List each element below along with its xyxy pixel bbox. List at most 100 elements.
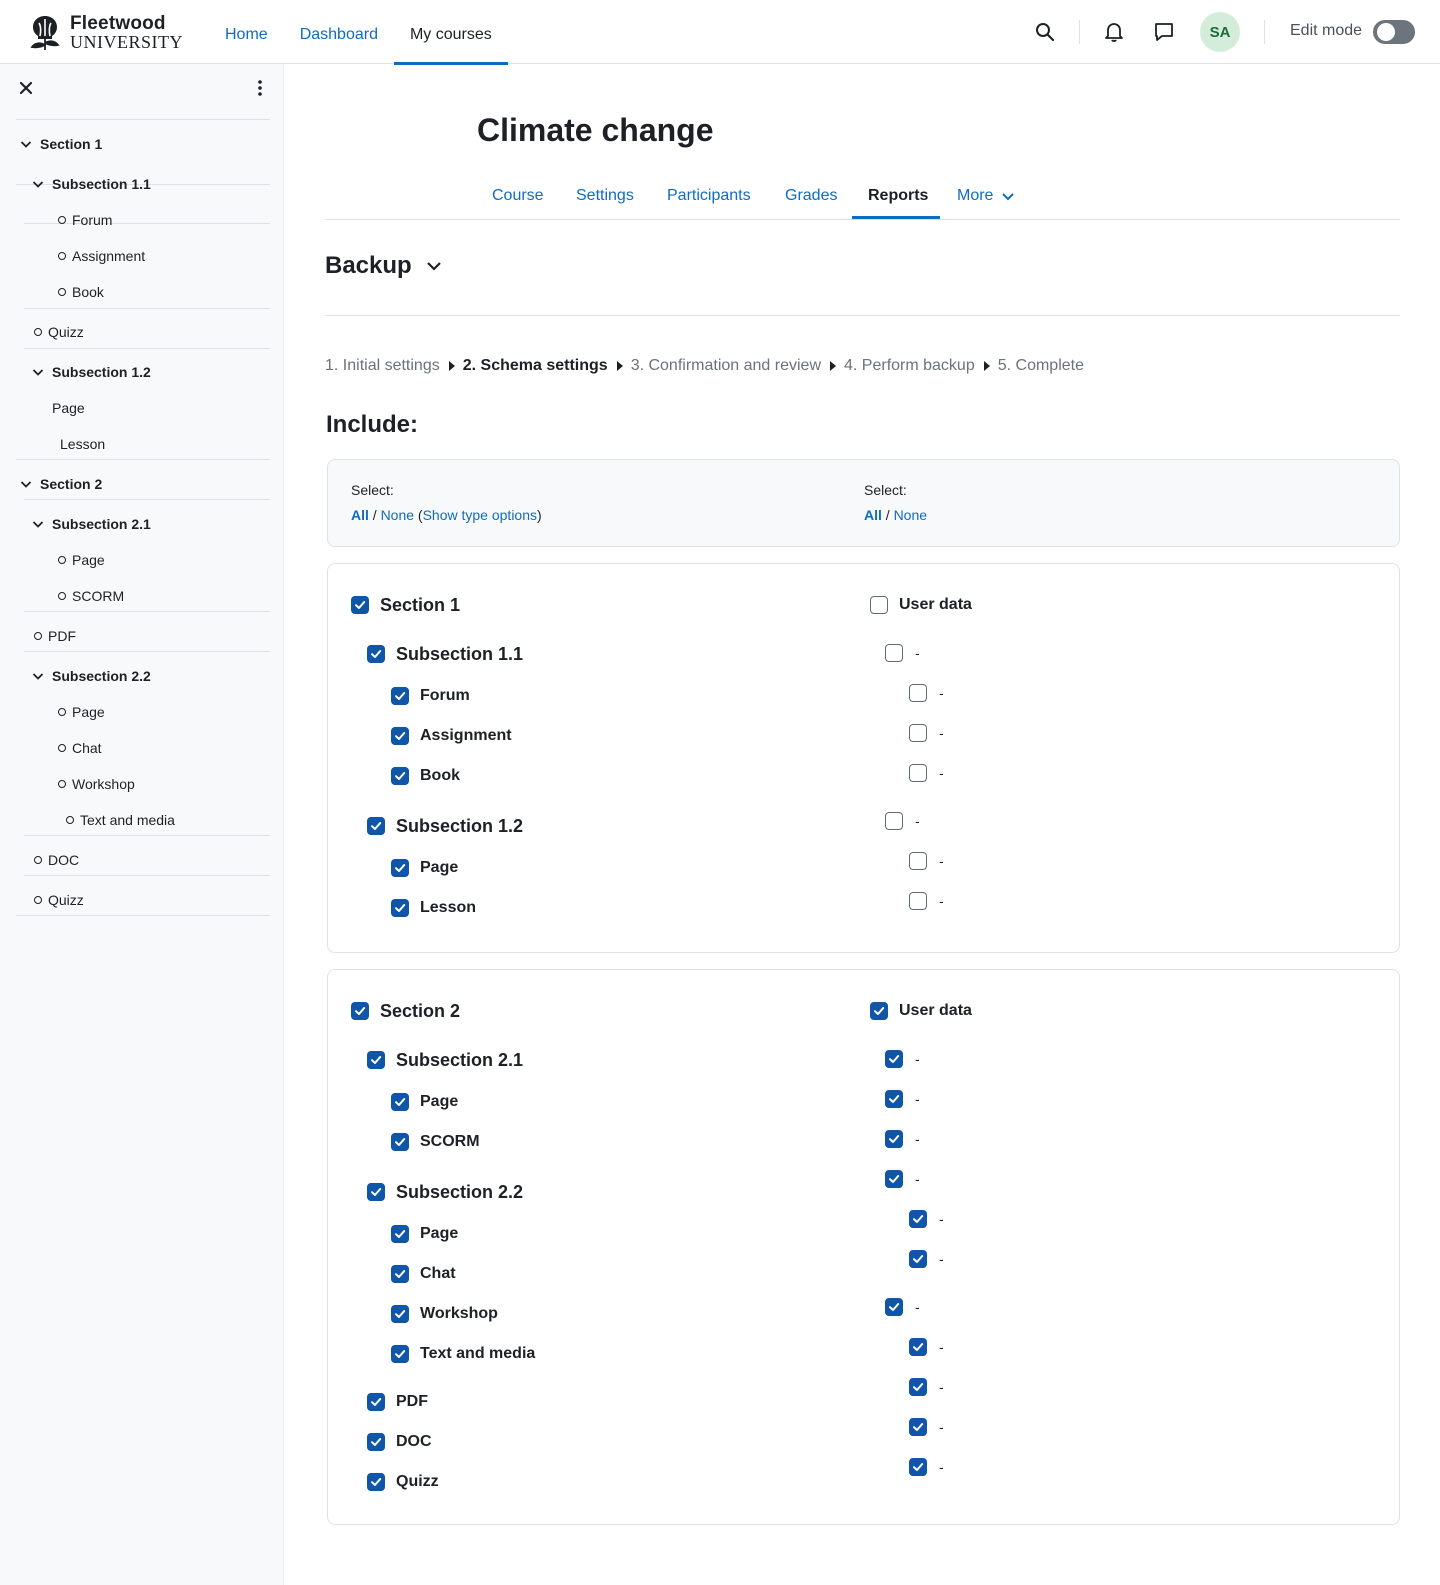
user-data-checkbox[interactable]: [885, 1298, 903, 1316]
user-data-checkbox[interactable]: [885, 812, 903, 830]
include-checkbox[interactable]: [351, 596, 369, 614]
user-data-checkbox[interactable]: [909, 1210, 927, 1228]
drawer-divider: [24, 651, 270, 652]
user-data-row: -: [885, 642, 920, 664]
step-1: 1. Initial settings: [325, 357, 440, 374]
search-button[interactable]: [1029, 16, 1061, 48]
tab-settings[interactable]: Settings: [576, 176, 634, 220]
user-data-checkbox[interactable]: [909, 764, 927, 782]
include-checkbox[interactable]: [351, 1002, 369, 1020]
drawer-item[interactable]: Subsection 2.2: [32, 666, 151, 686]
select-all-link[interactable]: All: [864, 507, 882, 523]
tab-more-label: More: [957, 187, 994, 204]
edit-mode-toggle[interactable]: [1373, 20, 1415, 44]
drawer-item[interactable]: Quizz: [34, 322, 84, 342]
drawer-item[interactable]: Workshop: [58, 774, 135, 794]
nav-home[interactable]: Home: [209, 0, 284, 64]
drawer-item[interactable]: Page: [52, 398, 85, 418]
user-data-checkbox[interactable]: [909, 892, 927, 910]
user-data-checkbox[interactable]: [909, 684, 927, 702]
close-icon[interactable]: [16, 78, 36, 98]
user-data-checkbox[interactable]: [885, 1170, 903, 1188]
drawer-item[interactable]: Forum: [58, 210, 112, 230]
user-data-checkbox[interactable]: [885, 1130, 903, 1148]
user-data-checkbox[interactable]: [885, 1090, 903, 1108]
user-data-value: -: [939, 853, 944, 869]
include-checkbox[interactable]: [870, 1002, 888, 1020]
include-checkbox[interactable]: [870, 596, 888, 614]
tab-reports[interactable]: Reports: [868, 176, 928, 220]
step-5: 5. Complete: [997, 357, 1084, 374]
activity-checkbox-row: Lesson: [391, 897, 476, 919]
include-checkbox[interactable]: [367, 1393, 385, 1411]
select-all-link[interactable]: All: [351, 507, 369, 523]
include-checkbox[interactable]: [391, 859, 409, 877]
user-data-checkbox[interactable]: [885, 644, 903, 662]
drawer-item[interactable]: Text and media: [66, 810, 175, 830]
include-checkbox[interactable]: [391, 1345, 409, 1363]
include-checkbox[interactable]: [391, 687, 409, 705]
messages-button[interactable]: [1148, 16, 1180, 48]
include-checkbox[interactable]: [391, 1265, 409, 1283]
include-checkbox[interactable]: [367, 1051, 385, 1069]
activity-checkbox-row: Page: [391, 857, 458, 879]
drawer-item[interactable]: Subsection 1.1: [32, 174, 151, 194]
tab-more[interactable]: More: [957, 176, 1015, 216]
drawer-item[interactable]: Chat: [58, 738, 102, 758]
include-checkbox[interactable]: [391, 1305, 409, 1323]
activity-checkbox-row: Forum: [391, 685, 470, 707]
include-checkbox[interactable]: [391, 1133, 409, 1151]
checkmark-icon: [395, 904, 406, 912]
user-data-checkbox[interactable]: [909, 852, 927, 870]
step-4: 4. Perform backup: [844, 357, 975, 374]
drawer-item[interactable]: Page: [58, 550, 105, 570]
user-data-checkbox[interactable]: [909, 1250, 927, 1268]
include-checkbox[interactable]: [367, 1183, 385, 1201]
drawer-item[interactable]: Page: [58, 702, 105, 722]
backup-heading[interactable]: Backup: [325, 252, 442, 280]
drawer-item[interactable]: Subsection 2.1: [32, 514, 151, 534]
tab-grades[interactable]: Grades: [785, 176, 837, 220]
include-checkbox[interactable]: [391, 1225, 409, 1243]
drawer-item[interactable]: Section 2: [20, 474, 102, 494]
nav-my-courses[interactable]: My courses: [393, 0, 508, 65]
section-checkbox-row: Section 2: [351, 1000, 460, 1022]
more-vertical-icon[interactable]: [250, 78, 270, 98]
bell-icon: [1105, 23, 1123, 42]
nav-dashboard[interactable]: Dashboard: [284, 0, 394, 64]
select-none-link[interactable]: None: [894, 507, 927, 523]
user-data-checkbox[interactable]: [909, 1458, 927, 1476]
user-data-checkbox[interactable]: [885, 1050, 903, 1068]
drawer-item[interactable]: Subsection 1.2: [32, 362, 151, 382]
drawer-item[interactable]: Book: [58, 282, 104, 302]
university-logo[interactable]: Fleetwood UNIVERSITY: [24, 12, 184, 52]
user-data-checkbox[interactable]: [909, 1378, 927, 1396]
include-checkbox[interactable]: [367, 817, 385, 835]
user-data-checkbox[interactable]: [909, 1418, 927, 1436]
drawer-item[interactable]: Quizz: [34, 890, 84, 910]
user-data-checkbox[interactable]: [909, 1338, 927, 1356]
checkbox-label: Subsection 1.2: [396, 815, 524, 836]
drawer-item[interactable]: Lesson: [60, 434, 105, 454]
show-type-options-link[interactable]: Show type options: [423, 507, 537, 523]
tab-participants[interactable]: Participants: [667, 176, 751, 220]
user-avatar[interactable]: SA: [1200, 12, 1240, 52]
user-data-checkbox[interactable]: [909, 724, 927, 742]
notifications-button[interactable]: [1098, 16, 1130, 48]
include-checkbox[interactable]: [391, 899, 409, 917]
step-2: 2. Schema settings: [462, 357, 608, 374]
user-data-row: -: [885, 1088, 920, 1110]
include-checkbox[interactable]: [367, 1433, 385, 1451]
tab-course[interactable]: Course: [492, 176, 544, 220]
include-checkbox[interactable]: [367, 1473, 385, 1491]
select-none-link[interactable]: None: [381, 507, 414, 523]
drawer-item[interactable]: SCORM: [58, 586, 124, 606]
drawer-item[interactable]: PDF: [34, 626, 76, 646]
drawer-item[interactable]: Section 1: [20, 134, 102, 154]
drawer-item[interactable]: Assignment: [58, 246, 145, 266]
include-checkbox[interactable]: [391, 767, 409, 785]
include-checkbox[interactable]: [391, 727, 409, 745]
include-checkbox[interactable]: [367, 645, 385, 663]
include-checkbox[interactable]: [391, 1093, 409, 1111]
drawer-item[interactable]: DOC: [34, 850, 79, 870]
